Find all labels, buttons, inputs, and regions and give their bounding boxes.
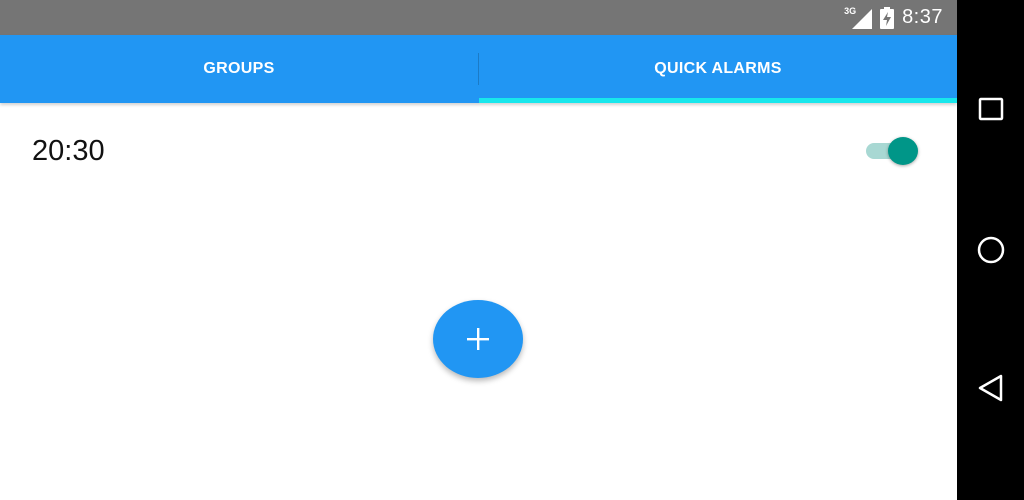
tab-bar: GROUPS QUICK ALARMS	[0, 35, 957, 103]
recents-icon	[978, 97, 1003, 121]
toggle-thumb	[888, 137, 918, 165]
network-indicator: 3G	[844, 6, 873, 29]
status-icons: 3G 8:37	[844, 0, 943, 35]
home-button[interactable]	[957, 220, 1024, 280]
alarm-enabled-toggle[interactable]	[864, 136, 920, 166]
alarm-time: 20:30	[32, 135, 105, 167]
recents-button[interactable]	[957, 80, 1024, 140]
battery-charging-icon	[880, 6, 895, 29]
signal-icon	[852, 8, 873, 29]
back-icon	[978, 374, 1002, 402]
home-icon	[977, 236, 1004, 264]
tab-groups[interactable]: GROUPS	[0, 35, 478, 103]
add-alarm-button[interactable]	[433, 300, 523, 378]
tab-quick-alarms[interactable]: QUICK ALARMS	[479, 35, 957, 103]
back-button[interactable]	[957, 358, 1024, 418]
status-bar: 3G 8:37	[0, 0, 957, 35]
status-clock: 8:37	[902, 6, 943, 28]
alarm-list-item[interactable]: 20:30	[0, 103, 957, 199]
app-window: 3G 8:37 GROUPS QUICK ALARMS 20:30	[0, 0, 957, 500]
plus-icon	[467, 328, 489, 350]
system-navigation-bar	[957, 0, 1024, 500]
